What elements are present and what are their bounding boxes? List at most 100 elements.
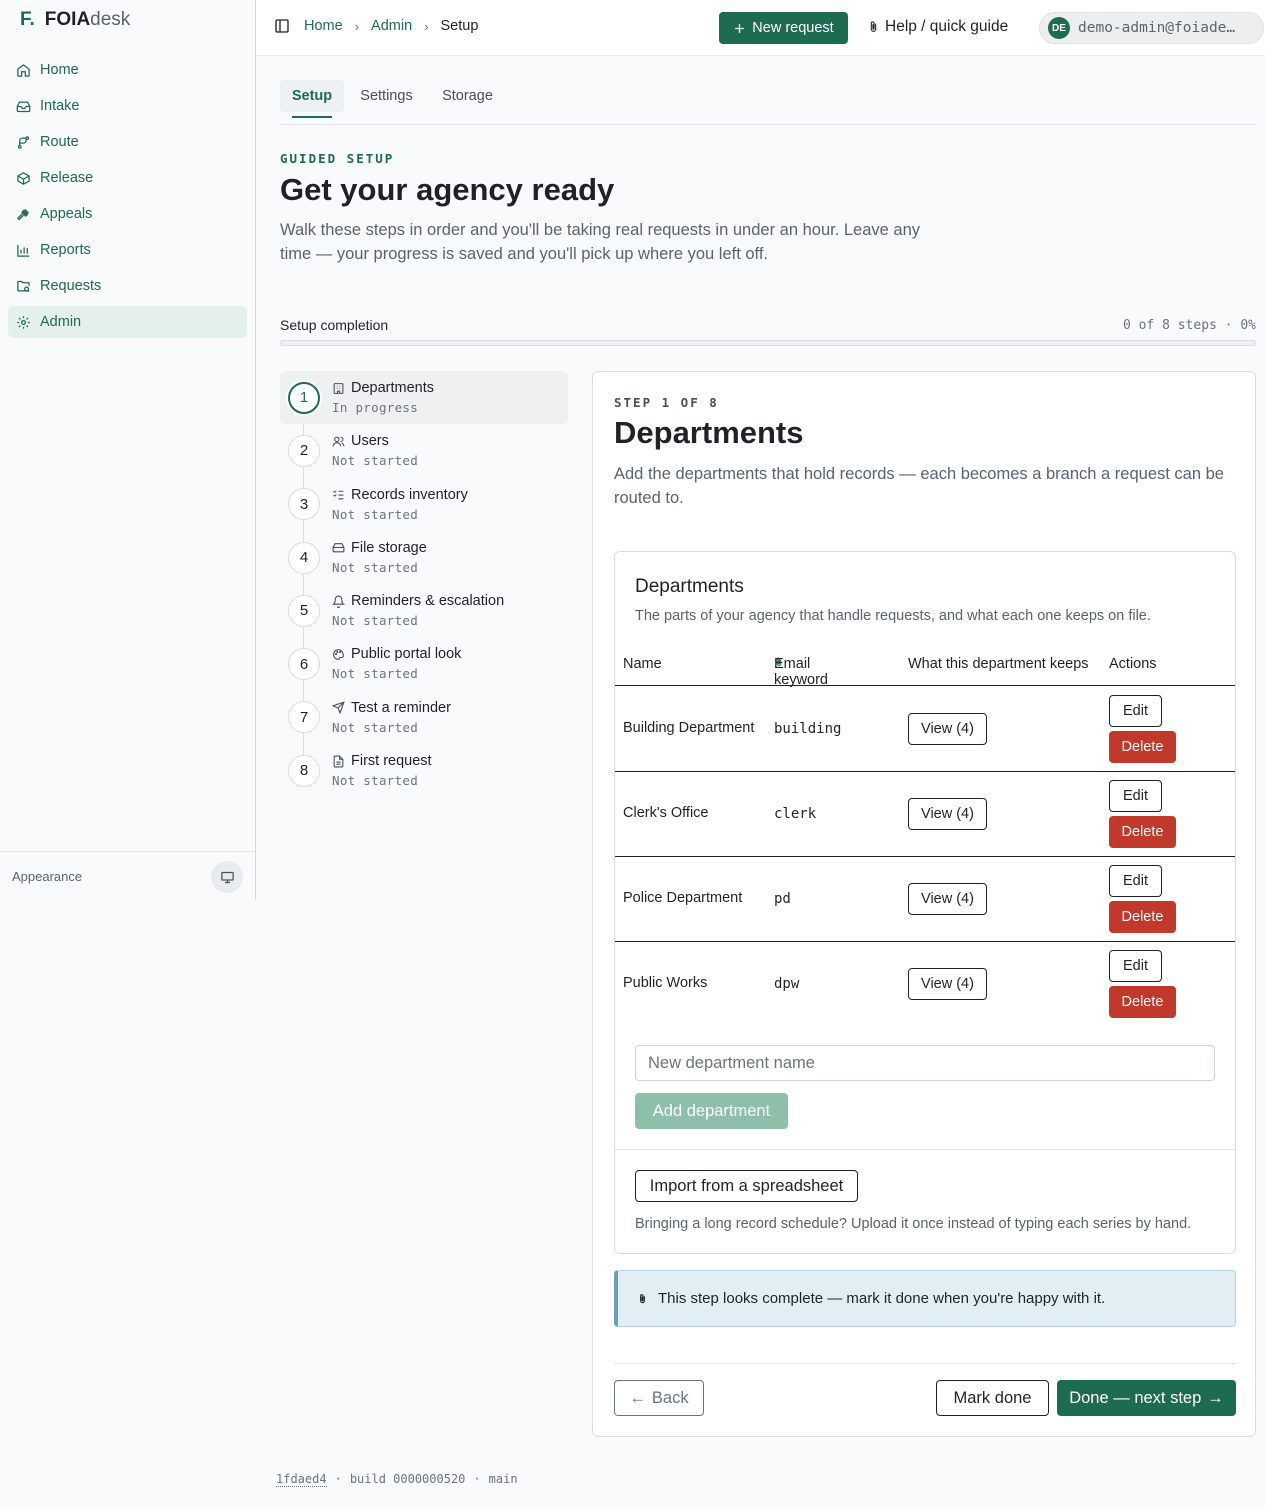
delete-button[interactable]: Delete	[1109, 816, 1176, 848]
import-spreadsheet-button[interactable]: Import from a spreadsheet	[635, 1170, 858, 1202]
folder-search-icon	[17, 280, 30, 292]
table-row: Clerk's Office clerk View (4) Edit Delet…	[615, 772, 1235, 857]
package-icon	[17, 171, 30, 185]
view-button[interactable]: View (4)	[908, 883, 987, 915]
department-keyword: building	[774, 721, 842, 737]
tab-setup[interactable]: Setup	[280, 80, 344, 112]
done-next-label: Done — next step	[1069, 1388, 1202, 1407]
help-label: Help / quick guide	[885, 18, 1009, 35]
step-item-departments[interactable]: 1 Departments In progress	[280, 371, 568, 425]
tab-storage[interactable]: Storage	[435, 80, 500, 112]
sidebar-item-release[interactable]: Release	[8, 162, 247, 194]
active-tab-indicator	[292, 116, 332, 118]
mark-done-button[interactable]: Mark done	[936, 1380, 1049, 1416]
sidebar: F. FOIAdesk Home Intake Route Release Ap…	[0, 0, 256, 900]
department-keyword: clerk	[774, 806, 817, 822]
edit-button[interactable]: Edit	[1109, 950, 1162, 982]
brand-logo[interactable]: F. FOIAdesk	[20, 9, 130, 31]
sidebar-item-label: Home	[40, 62, 79, 78]
step-list: 1 Departments In progress 2 Users Not st…	[280, 371, 568, 797]
logo-light: desk	[90, 9, 131, 30]
step-number: 4	[288, 541, 320, 574]
step-title: File storage	[351, 539, 427, 556]
step-number: 6	[288, 648, 320, 681]
sidebar-item-admin[interactable]: Admin	[8, 306, 247, 338]
sidebar-toggle-icon[interactable]	[274, 18, 290, 34]
department-name: Building Department	[623, 720, 755, 736]
progress-bar	[280, 340, 1256, 346]
arrow-left-icon: ←	[629, 1388, 646, 1407]
column-keeps: What this department keeps	[908, 656, 1089, 672]
step-item-public-portal[interactable]: 6 Public portal look Not started	[280, 637, 568, 690]
users-icon	[332, 436, 345, 447]
new-request-label: New request	[752, 20, 834, 36]
help-link[interactable]: Help / quick guide	[867, 18, 1008, 36]
edit-button[interactable]: Edit	[1109, 695, 1162, 727]
import-hint: Bringing a long record schedule? Upload …	[635, 1216, 1192, 1232]
view-button[interactable]: View (4)	[908, 713, 987, 745]
tab-settings[interactable]: Settings	[354, 80, 419, 112]
departments-card: Departments The parts of your agency tha…	[614, 551, 1236, 1254]
build-footer: 1fdaed4 · build 0000000520 · main	[276, 1472, 518, 1487]
checklist-icon	[333, 490, 344, 500]
step-status: Not started	[332, 773, 419, 789]
step-title: Reminders & escalation	[351, 593, 505, 610]
card-title: Departments	[635, 576, 744, 597]
step-item-first-request[interactable]: 8 First request Not started	[280, 744, 568, 797]
appearance-section: Appearance	[0, 851, 255, 900]
sidebar-item-label: Release	[40, 170, 94, 186]
done-next-step-button[interactable]: Done — next step →	[1057, 1380, 1236, 1416]
step-number: 7	[288, 701, 320, 734]
sidebar-item-label: Intake	[40, 98, 80, 114]
step-status: Not started	[332, 506, 419, 522]
appearance-label: Appearance	[12, 869, 83, 884]
department-name: Public Works	[623, 975, 708, 991]
edit-button[interactable]: Edit	[1109, 780, 1162, 812]
sidebar-item-requests[interactable]: Requests	[8, 270, 247, 302]
step-item-records-inventory[interactable]: 3 Records inventory Not started	[280, 478, 568, 531]
appearance-toggle[interactable]	[211, 861, 243, 893]
user-menu[interactable]: DE demo-admin@foiade…	[1039, 12, 1264, 44]
column-name: Name	[623, 656, 662, 672]
step-number: 2	[288, 434, 320, 467]
edit-button[interactable]: Edit	[1109, 865, 1162, 897]
sidebar-item-route[interactable]: Route	[8, 126, 247, 158]
new-request-button[interactable]: New request	[719, 12, 848, 44]
sidebar-item-label: Reports	[40, 242, 91, 258]
sidebar-item-reports[interactable]: Reports	[8, 234, 247, 266]
breadcrumb-admin[interactable]: Admin	[371, 18, 412, 34]
sidebar-item-appeals[interactable]: Appeals	[8, 198, 247, 230]
sidebar-item-intake[interactable]: Intake	[8, 90, 247, 122]
delete-button[interactable]: Delete	[1109, 901, 1176, 933]
new-department-input[interactable]	[635, 1045, 1215, 1081]
breadcrumb-home[interactable]: Home	[304, 18, 343, 34]
build-number: build 0000000520	[349, 1472, 466, 1486]
step-item-users[interactable]: 2 Users Not started	[280, 424, 568, 477]
step-status: In progress	[332, 400, 419, 415]
step-number: 8	[288, 754, 320, 787]
step-title: Records inventory	[351, 486, 468, 503]
add-department-button[interactable]: Add department	[635, 1093, 788, 1129]
sidebar-item-label: Admin	[40, 314, 82, 330]
delete-button[interactable]: Delete	[1109, 731, 1176, 763]
step-item-file-storage[interactable]: 4 File storage Not started	[280, 531, 568, 584]
step-item-test-reminder[interactable]: 7 Test a reminder Not started	[280, 691, 568, 744]
step-item-reminders[interactable]: 5 Reminders & escalation Not started	[280, 584, 568, 637]
completion-notice: This step looks complete — mark it done …	[614, 1270, 1236, 1327]
send-icon	[332, 701, 345, 715]
hero-lede: Walk these steps in order and you'll be …	[280, 221, 921, 263]
branch-name: main	[488, 1472, 518, 1486]
back-button[interactable]: ← Back	[614, 1380, 704, 1416]
commit-hash[interactable]: 1fdaed4	[276, 1472, 327, 1487]
route-icon	[17, 135, 30, 149]
step-number: 5	[288, 594, 320, 627]
sidebar-item-home[interactable]: Home	[8, 54, 247, 86]
view-button[interactable]: View (4)	[908, 968, 987, 1000]
step-status: Not started	[332, 453, 419, 469]
view-button[interactable]: View (4)	[908, 798, 987, 830]
step-description: Add the departments that hold records — …	[614, 465, 1224, 507]
column-email-keyword-label: Email keyword	[774, 656, 828, 688]
delete-button[interactable]: Delete	[1109, 986, 1176, 1018]
page-title: Get your agency ready	[280, 172, 615, 207]
sidebar-item-label: Requests	[40, 278, 102, 294]
